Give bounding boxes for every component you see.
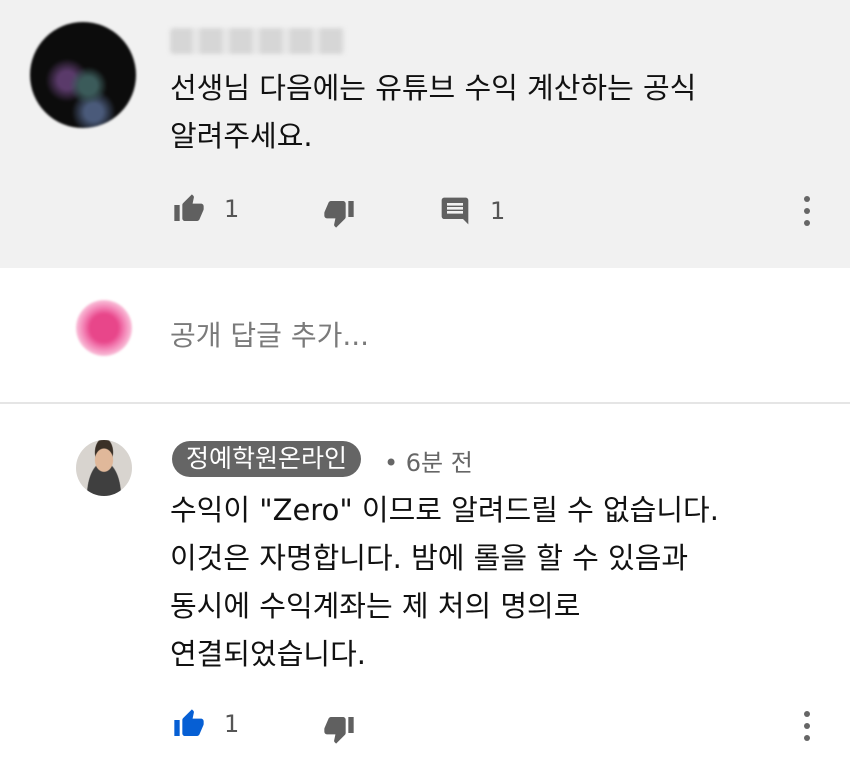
like-button[interactable]: 1	[172, 708, 239, 740]
dislike-button[interactable]	[322, 197, 356, 229]
avatar	[76, 300, 132, 356]
dislike-button[interactable]	[322, 713, 356, 745]
reply-count: 1	[490, 197, 506, 225]
avatar[interactable]	[76, 440, 132, 496]
thumb-down-icon	[322, 197, 356, 229]
thumb-up-icon	[172, 708, 206, 740]
more-vert-icon[interactable]	[803, 196, 811, 232]
divider	[0, 402, 850, 404]
reply-button[interactable]: 1	[438, 195, 505, 227]
timestamp: • 6분 전	[384, 449, 473, 477]
reply-text: 수익이 "Zero" 이므로 알려드릴 수 없습니다. 이것은 자명합니다. 밤…	[170, 493, 719, 671]
channel-badge[interactable]: 정예학원온라인	[172, 441, 362, 477]
avatar[interactable]	[30, 22, 136, 128]
like-button[interactable]: 1	[172, 193, 239, 225]
like-count: 1	[224, 710, 240, 738]
more-vert-icon[interactable]	[803, 711, 811, 747]
reply-input[interactable]: 공개 답글 추가...	[170, 314, 369, 354]
thumb-up-icon	[172, 193, 206, 225]
comment-author-blurred	[170, 28, 345, 54]
comment-icon	[438, 195, 472, 227]
comment-text: 선생님 다음에는 유튜브 수익 계산하는 공식 알려주세요.	[170, 71, 697, 153]
like-count: 1	[224, 195, 240, 223]
thumb-down-icon	[322, 713, 356, 745]
